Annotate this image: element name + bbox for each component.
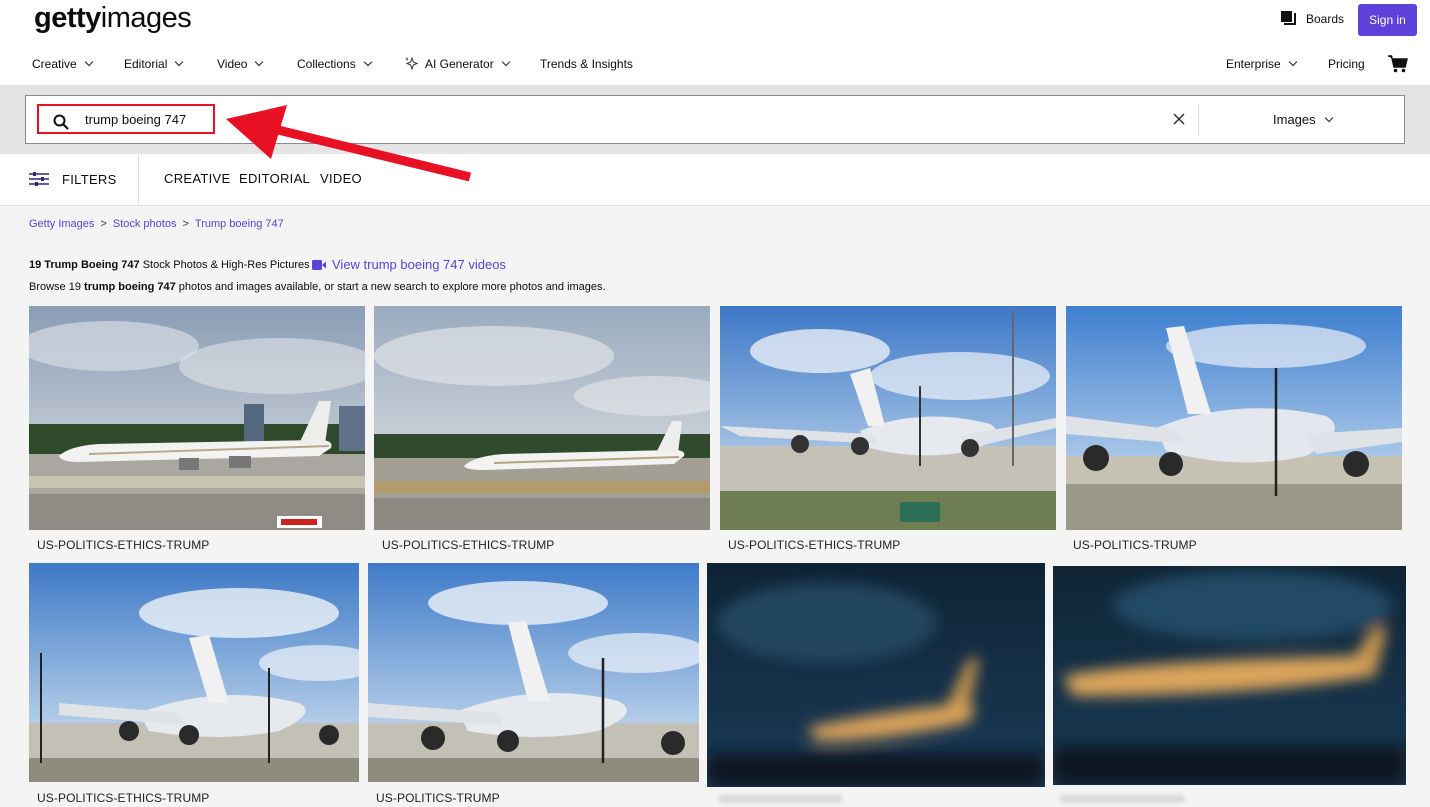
search-area: Images [0, 85, 1430, 154]
image-tile[interactable] [1066, 306, 1402, 530]
filter-sliders-icon [29, 172, 49, 186]
browse-bold: trump boeing 747 [84, 281, 176, 293]
nav-label: Trends & Insights [540, 57, 633, 71]
image-caption[interactable]: US-POLITICS-TRUMP [1073, 538, 1197, 552]
chevron-down-icon [175, 57, 184, 67]
signin-label: Sign in [1369, 13, 1406, 27]
image-caption[interactable]: US-POLITICS-ETHICS-TRUMP [37, 791, 209, 805]
breadcrumb-item[interactable]: Getty Images [29, 218, 94, 230]
breadcrumb-separator: > [182, 218, 189, 230]
tab-editorial[interactable]: EDITORIAL [239, 171, 310, 186]
result-count-bold: 19 Trump Boeing 747 [29, 259, 140, 271]
nav-creative[interactable]: Creative [32, 57, 93, 71]
filters-button[interactable]: FILTERS [29, 171, 117, 187]
image-caption[interactable]: US-POLITICS-ETHICS-TRUMP [382, 538, 554, 552]
nav-collections[interactable]: Collections [297, 57, 372, 71]
tab-creative[interactable]: CREATIVE [164, 171, 230, 186]
media-type-label: Images [1273, 112, 1316, 127]
airplane-photo [29, 306, 365, 530]
chevron-down-icon [84, 57, 93, 67]
search-input[interactable] [85, 110, 210, 128]
image-caption[interactable]: US-POLITICS-ETHICS-TRUMP [728, 538, 900, 552]
nav-trends[interactable]: Trends & Insights [540, 57, 633, 71]
blurred-airplane-photo [707, 563, 1045, 787]
airplane-photo [29, 563, 359, 782]
breadcrumb-item[interactable]: Trump boeing 747 [195, 218, 284, 230]
breadcrumb-item[interactable]: Stock photos [113, 218, 177, 230]
blurred-image-tile[interactable] [1053, 566, 1406, 785]
filters-label: FILTERS [62, 171, 117, 187]
browse-description: Browse 19 trump boeing 747 photos and im… [29, 281, 606, 293]
nav-label: Creative [32, 57, 77, 71]
image-caption[interactable]: US-POLITICS-TRUMP [376, 791, 500, 805]
signin-button[interactable]: Sign in [1358, 4, 1417, 36]
chevron-down-icon [1324, 113, 1333, 122]
search-divider [1198, 105, 1199, 135]
breadcrumb: Getty Images > Stock photos > Trump boeing… [29, 218, 284, 230]
airplane-photo [1066, 306, 1402, 530]
tab-video[interactable]: VIDEO [320, 171, 362, 186]
chevron-down-icon [1288, 57, 1297, 67]
blurred-caption [718, 795, 843, 803]
airplane-photo [368, 563, 699, 782]
nav-ai-generator[interactable]: AI Generator [404, 57, 510, 71]
media-type-select[interactable]: Images [1273, 112, 1333, 127]
image-tile[interactable] [29, 563, 359, 782]
nav-label: Enterprise [1226, 57, 1281, 71]
nav-pricing[interactable]: Pricing [1328, 57, 1365, 71]
image-tile[interactable] [720, 306, 1056, 530]
logo-light: images [100, 2, 192, 34]
blurred-caption [1060, 795, 1185, 803]
image-caption[interactable]: US-POLITICS-ETHICS-TRUMP [37, 538, 209, 552]
cart-icon[interactable] [1388, 55, 1408, 73]
view-videos-link[interactable]: View trump boeing 747 videos [312, 257, 506, 272]
top-bar: gettyimages Boards Sign in Creative Edit… [0, 0, 1430, 85]
boards-label: Boards [1306, 11, 1345, 26]
image-tile[interactable] [29, 306, 365, 530]
video-camera-icon [312, 259, 326, 270]
nav-label: Video [217, 57, 248, 71]
nav-enterprise[interactable]: Enterprise [1226, 57, 1297, 71]
search-highlight-box [37, 104, 215, 134]
airplane-photo [374, 306, 710, 530]
airplane-photo [720, 306, 1056, 530]
nav-label: Pricing [1328, 57, 1365, 71]
nav-label: Editorial [124, 57, 168, 71]
chevron-down-icon [255, 57, 264, 67]
close-icon[interactable] [1172, 112, 1186, 126]
browse-pre: Browse 19 [29, 281, 81, 293]
blurred-airplane-photo [1053, 566, 1406, 785]
search-icon[interactable] [53, 114, 69, 130]
result-count-rest: Stock Photos & High-Res Pictures [142, 259, 310, 271]
nav-editorial[interactable]: Editorial [124, 57, 184, 71]
logo-bold: getty [34, 2, 101, 34]
filter-bar: FILTERS CREATIVE EDITORIAL VIDEO [0, 154, 1430, 206]
sparkle-icon [405, 57, 419, 71]
view-videos-label: View trump boeing 747 videos [332, 257, 506, 272]
nav-video[interactable]: Video [217, 57, 264, 71]
nav-label: AI Generator [425, 57, 494, 71]
image-tile[interactable] [374, 306, 710, 530]
nav-label: Collections [297, 57, 356, 71]
browse-post: photos and images available, or start a … [178, 281, 606, 293]
blurred-image-tile[interactable] [707, 563, 1045, 787]
boards-link[interactable]: Boards [1281, 11, 1344, 26]
search-box[interactable]: Images [25, 95, 1405, 144]
image-tile[interactable] [368, 563, 699, 782]
breadcrumb-separator: > [100, 218, 107, 230]
result-count: 19 Trump Boeing 747 Stock Photos & High-… [29, 259, 310, 271]
filter-divider [138, 154, 139, 206]
boards-icon [1281, 11, 1296, 25]
chevron-down-icon [501, 57, 510, 67]
getty-logo[interactable]: gettyimages [34, 2, 192, 35]
chevron-down-icon [363, 57, 372, 67]
